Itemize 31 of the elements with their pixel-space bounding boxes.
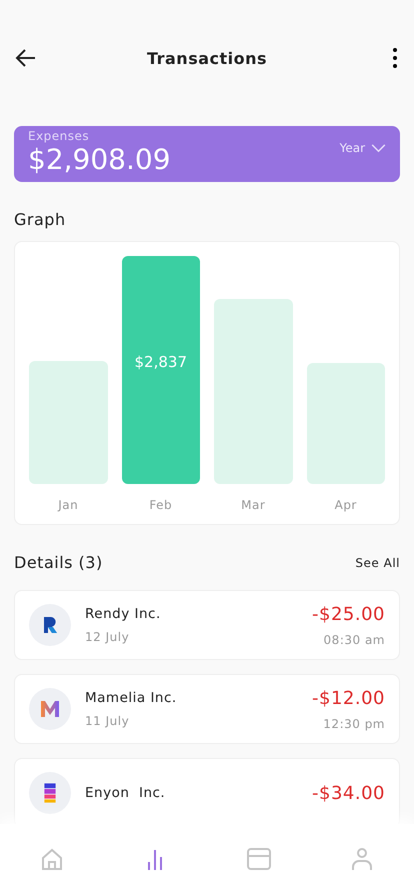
month-bar[interactable] — [29, 360, 108, 484]
transaction-card[interactable]: Mamelia Inc. 11 July -$12.00 12:30 pm — [14, 674, 400, 744]
company-logo-icon — [29, 604, 71, 646]
company-logo-icon — [29, 688, 71, 730]
company-name: Mamelia Inc. — [85, 690, 178, 706]
transaction-amount: -$12.00 — [312, 688, 385, 708]
card-icon[interactable] — [246, 846, 272, 872]
transaction-date: 12 July — [85, 630, 130, 644]
see-all-link[interactable]: See All — [355, 556, 400, 570]
transaction-card[interactable]: Rendy Inc. 12 July -$25.00 08:30 am — [14, 590, 400, 660]
transaction-amount: -$34.00 — [312, 782, 385, 804]
transaction-time: 12:30 pm — [323, 716, 385, 730]
details-heading: Details (3) — [14, 553, 103, 572]
month-bar[interactable] — [306, 363, 385, 484]
company-name: Enyon Inc. — [85, 785, 166, 801]
expenses-amount: $2,908.09 — [28, 143, 171, 177]
transaction-amount: -$25.00 — [312, 604, 385, 624]
month-bar[interactable] — [214, 299, 292, 484]
month-label: Feb — [148, 498, 174, 512]
transaction-time: 08:30 am — [324, 632, 385, 646]
month-label: Mar — [240, 498, 266, 512]
screen-title: Transactions — [146, 48, 268, 68]
month-label: Jan — [56, 498, 80, 512]
graph-heading: Graph — [14, 210, 67, 229]
expenses-label: Expenses — [28, 129, 90, 143]
transaction-date: 11 July — [85, 714, 130, 728]
company-logo-icon — [29, 772, 71, 814]
bar-value: $2,837 — [134, 353, 187, 371]
chevron-icon — [371, 144, 386, 152]
month-label: Apr — [334, 498, 358, 512]
company-name: Rendy Inc. — [85, 606, 162, 622]
